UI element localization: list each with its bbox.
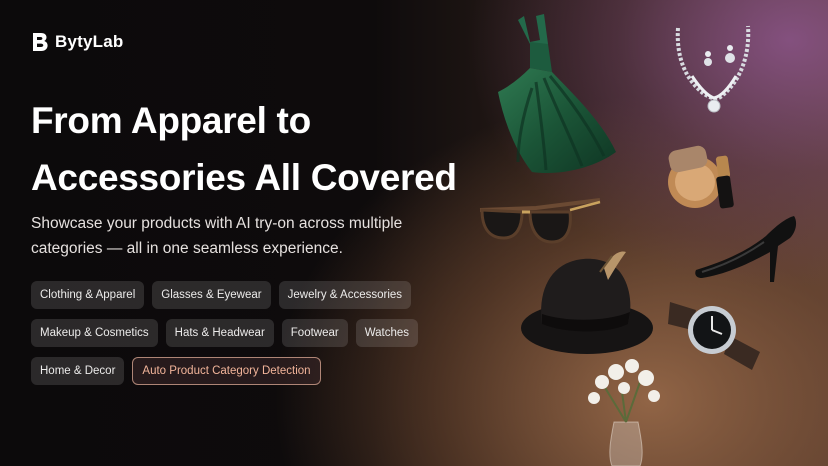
chip-jewelry-accessories[interactable]: Jewelry & Accessories — [278, 281, 412, 309]
chip-footwear[interactable]: Footwear — [281, 319, 348, 347]
compact-and-lipstick-image — [668, 145, 734, 209]
diamond-necklace-image — [675, 25, 751, 113]
brand-name: BytyLab — [55, 32, 124, 51]
green-dress-image — [498, 14, 616, 174]
hero-banner: BytyLab From Apparel to Accessories All … — [0, 0, 828, 466]
bytylab-logo-icon — [33, 33, 48, 51]
chip-watches[interactable]: Watches — [355, 319, 419, 347]
chip-glasses-eyewear[interactable]: Glasses & Eyewear — [152, 281, 271, 309]
page-title: From Apparel to Accessories All Covered — [31, 92, 501, 206]
chip-row-1: Clothing & Apparel Glasses & Eyewear Jew… — [31, 281, 431, 309]
chip-home-decor[interactable]: Home & Decor — [31, 357, 125, 385]
black-stiletto-heel-image — [695, 216, 797, 282]
chip-row-2: Makeup & Cosmetics Hats & Headwear Footw… — [31, 319, 431, 347]
chip-clothing-apparel[interactable]: Clothing & Apparel — [31, 281, 145, 309]
chip-hats-headwear[interactable]: Hats & Headwear — [165, 319, 274, 347]
title-line-1: From Apparel to — [31, 100, 311, 141]
sunglasses-image — [479, 198, 601, 244]
wristwatch-image — [668, 302, 760, 370]
hero-subtitle: Showcase your products with AI try-on ac… — [31, 215, 403, 257]
black-fedora-hat-image — [521, 251, 653, 354]
category-chip-list: Clothing & Apparel Glasses & Eyewear Jew… — [31, 281, 431, 395]
chip-row-3: Home & Decor Auto Product Category Detec… — [31, 357, 431, 385]
chip-makeup-cosmetics[interactable]: Makeup & Cosmetics — [31, 319, 158, 347]
flower-vase-image — [588, 359, 660, 466]
chip-auto-category-detection[interactable]: Auto Product Category Detection — [132, 357, 321, 385]
title-line-2: Accessories All Covered — [31, 157, 457, 198]
brand-logo[interactable]: BytyLab — [31, 32, 123, 52]
